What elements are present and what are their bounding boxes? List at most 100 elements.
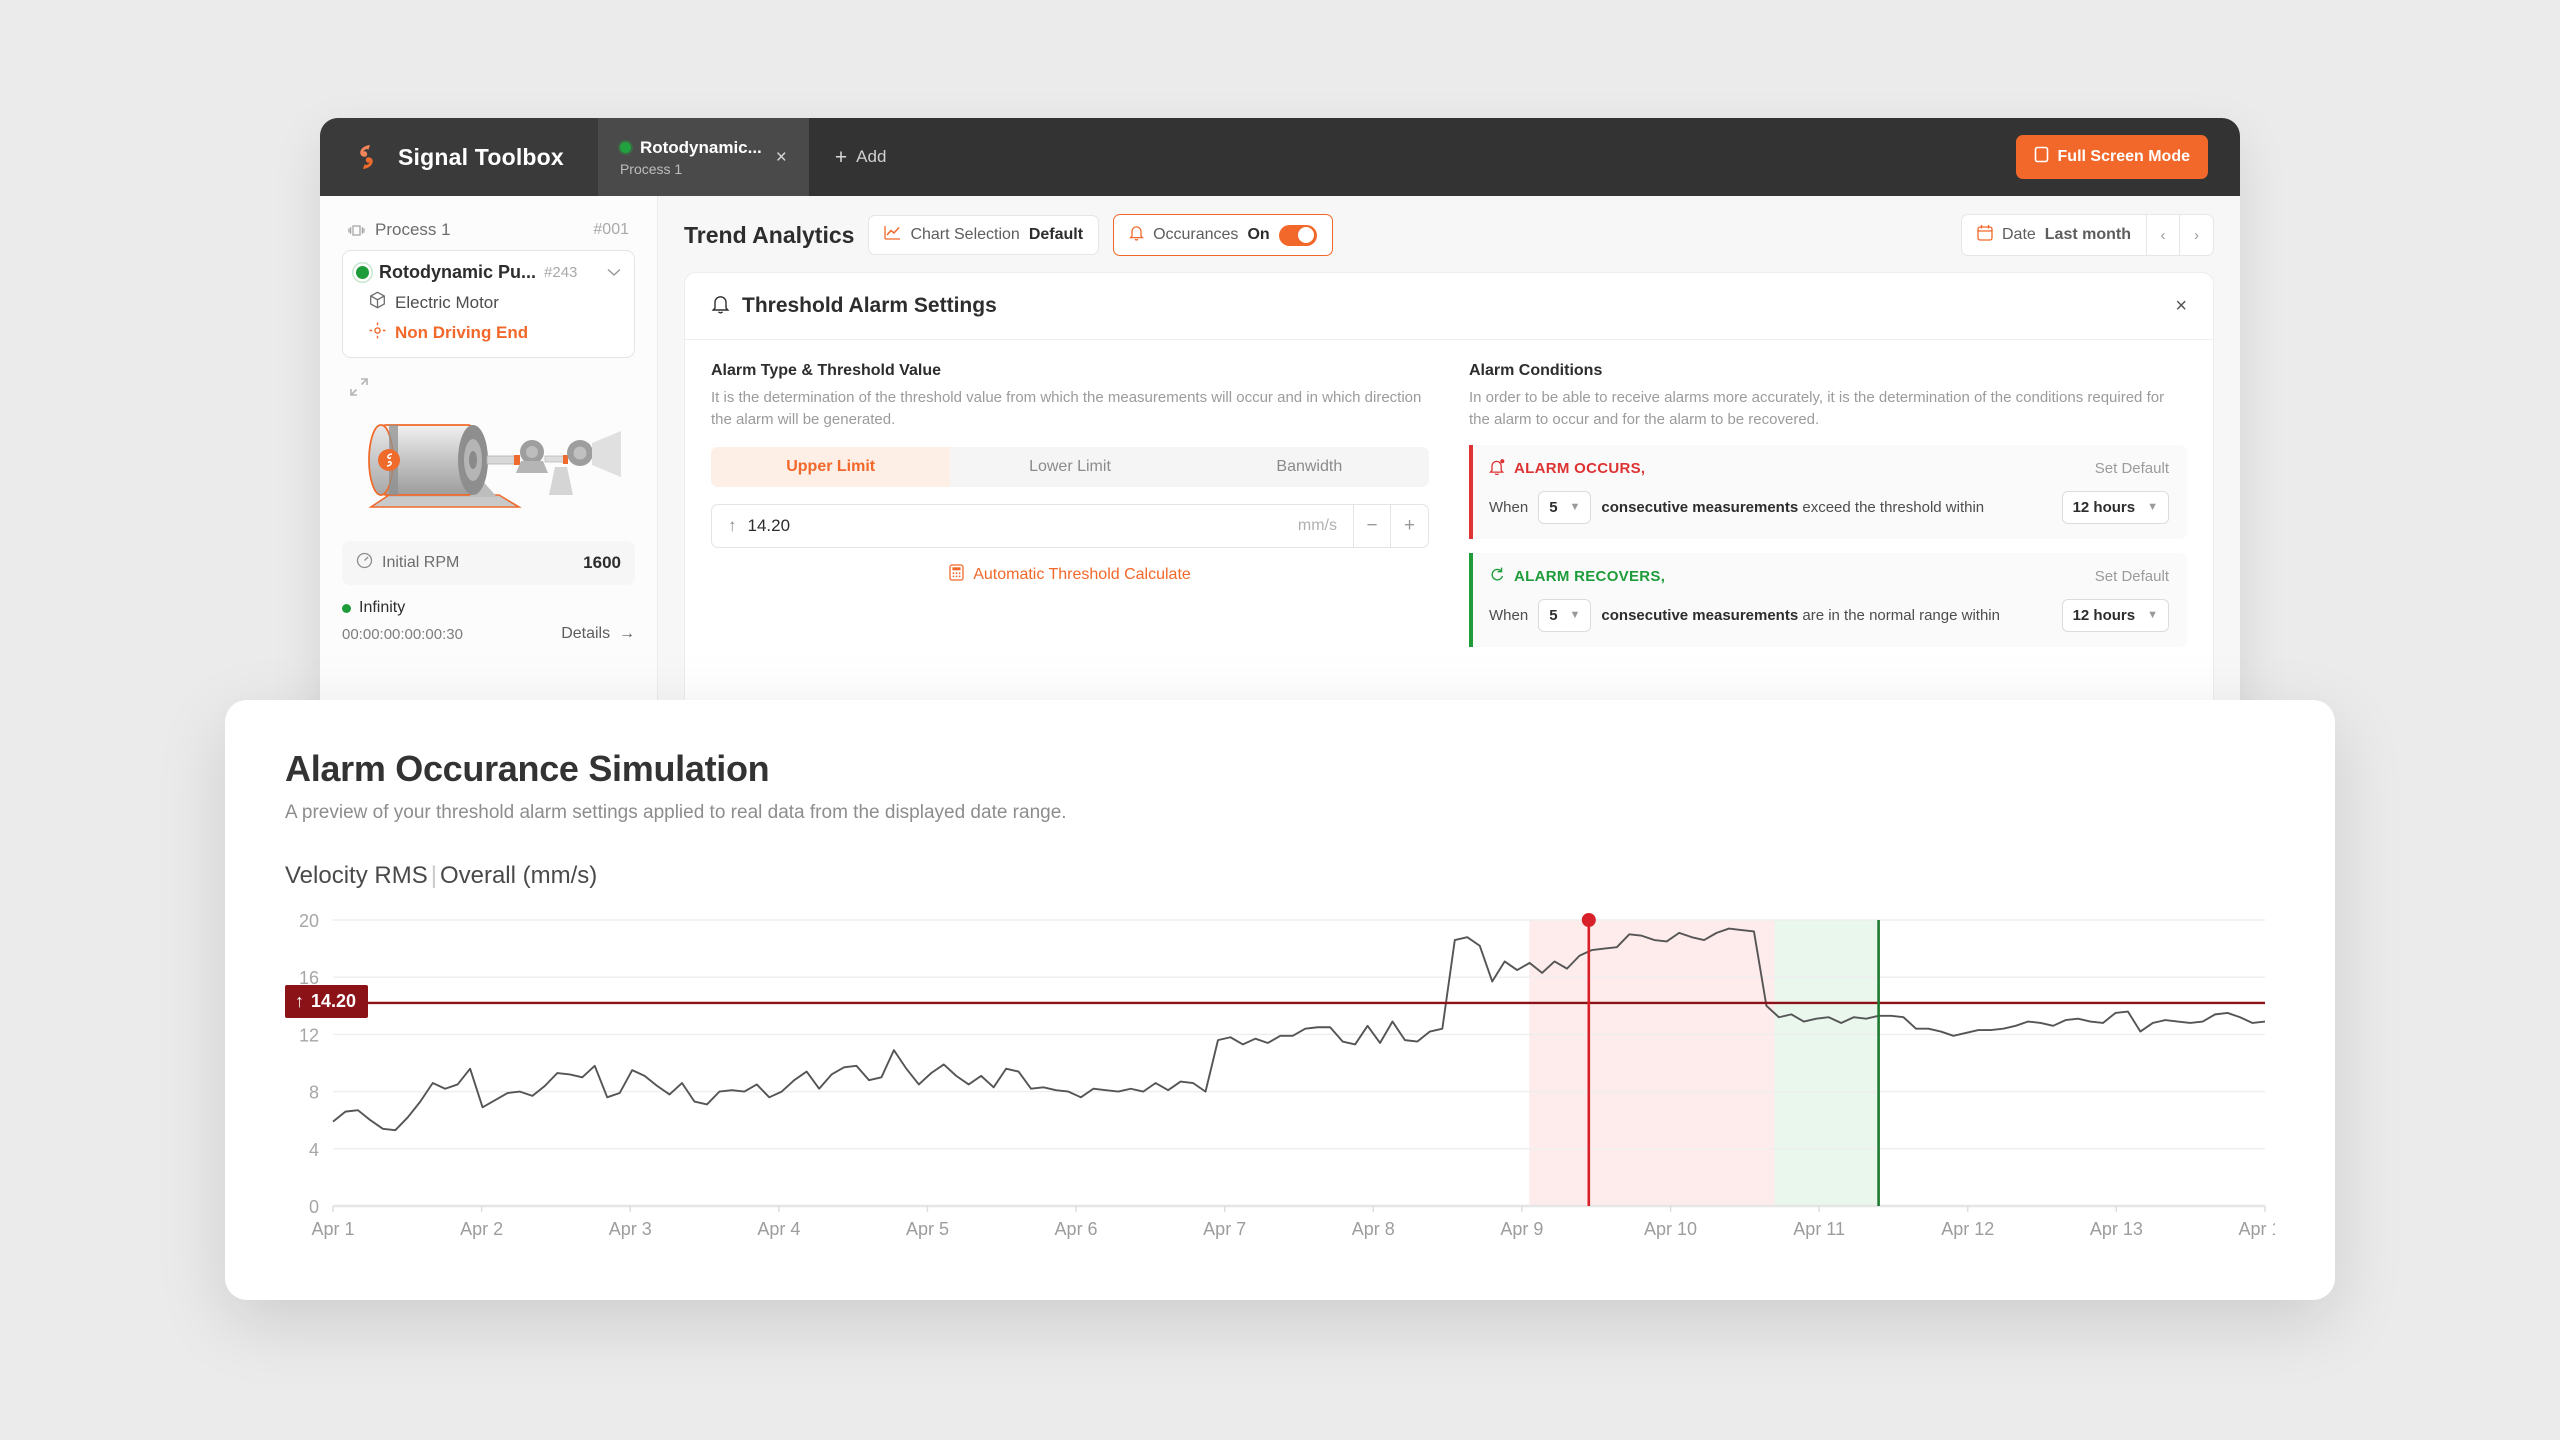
chevron-down-icon: ▼: [2147, 609, 2158, 621]
process-label: Process 1: [375, 220, 451, 239]
alarm-recovers-window-value: 12 hours: [2072, 606, 2136, 624]
threshold-value: 14.20: [747, 515, 791, 535]
date-range-group: Date Last month ‹ ›: [1960, 214, 2214, 256]
full-screen-mode-button[interactable]: Full Screen Mode: [2015, 135, 2208, 179]
data-line: [332, 927, 2266, 1132]
alarm-occurs-count-select[interactable]: 5 ▼: [1538, 490, 1592, 524]
chart-selection-button[interactable]: Chart Selection Default: [868, 215, 1100, 255]
app-window: Signal Toolbox Rotodynamic... Process 1 …: [320, 118, 2240, 718]
panel-columns: Alarm Type & Threshold Value It is the d…: [685, 340, 2213, 647]
chevron-down-icon[interactable]: [607, 265, 621, 280]
bell-icon: [711, 293, 730, 319]
occurances-label: Occurances: [1153, 226, 1239, 243]
threshold-value-input[interactable]: ↑ 14.20 mm/s: [711, 503, 1353, 548]
alarm-recovers-title: ALARM RECOVERS,: [1514, 568, 1666, 585]
fullscreen-icon: [2034, 146, 2049, 168]
sidebar-item-non-driving-end[interactable]: Non Driving End: [356, 322, 621, 344]
alarm-type-title: Alarm Type & Threshold Value: [711, 362, 941, 379]
brand: Signal Toolbox: [320, 118, 598, 196]
tab-lower-limit[interactable]: Lower Limit: [950, 447, 1189, 487]
chart-svg[interactable]: 048121620Apr 1 Apr 2 Apr 3 Apr 4 Apr 5 Apr 6A…: [285, 912, 2275, 1252]
title-bar: Signal Toolbox Rotodynamic... Process 1 …: [320, 118, 2240, 196]
tab-upper-limit[interactable]: Upper Limit: [711, 446, 951, 487]
automatic-threshold-calculate-button[interactable]: Automatic Threshold Calculate: [711, 563, 1429, 586]
y-tick-label: 8: [309, 1083, 319, 1103]
sidebar-item-electric-motor[interactable]: Electric Motor: [356, 291, 621, 314]
x-tick-label: Apr 1: [311, 1219, 354, 1239]
alarm-conditions-column: Alarm Conditions In order to be able to …: [1469, 362, 2187, 647]
alarm-occurs-set-default[interactable]: Set Default: [2095, 460, 2169, 477]
alarm-recovers-when-label: When: [1489, 606, 1529, 624]
alarm-occurs-header: ALARM OCCURS, Set Default: [1489, 458, 2169, 480]
alarm-band: [1529, 920, 1775, 1206]
chevron-down-icon: ▼: [1569, 501, 1581, 513]
asset-illustration: [342, 399, 635, 527]
asset-id: #243: [544, 264, 578, 281]
main-content: Trend Analytics Chart Selection Default: [658, 196, 2240, 718]
alarm-recovers-text: consecutive measurements are in the norm…: [1601, 606, 2000, 624]
alarm-type-desc: It is the determination of the threshold…: [711, 389, 1422, 428]
date-value: Last month: [2044, 226, 2131, 243]
tab-rotodynamic[interactable]: Rotodynamic... Process 1 ×: [597, 118, 809, 196]
automatic-threshold-calculate-label: Automatic Threshold Calculate: [973, 565, 1191, 583]
x-tick-label: Apr 5: [906, 1219, 949, 1239]
alarm-conditions-desc: In order to be able to receive alarms mo…: [1469, 389, 2165, 428]
alarm-occurs-count-value: 5: [1549, 498, 1558, 516]
process-row[interactable]: Process 1 #001: [342, 218, 635, 250]
tab-sublabel: Process 1: [619, 160, 683, 177]
tab-content: Rotodynamic... Process 1: [619, 138, 762, 177]
simulation-title: Alarm Occurance Simulation: [285, 748, 770, 789]
x-tick-label: Apr 7: [1203, 1219, 1246, 1239]
alarm-occurs-window-select[interactable]: 12 hours ▼: [2061, 490, 2169, 524]
full-screen-mode-label: Full Screen Mode: [2057, 148, 2190, 165]
date-range-button[interactable]: Date Last month: [1960, 214, 2146, 256]
titlebar-spacer: [912, 118, 2015, 196]
app-title: Signal Toolbox: [398, 143, 564, 170]
asset-header[interactable]: Rotodynamic Pu... #243: [356, 262, 621, 283]
alarm-occurs-row: When 5 ▼ consecutive measurements exceed…: [1489, 490, 2169, 524]
alarm-occurance-simulation-modal: Alarm Occurance Simulation A preview of …: [225, 700, 2335, 1300]
app-logo-icon: [350, 140, 384, 174]
limit-type-tabs: Upper Limit Lower Limit Banwidth: [711, 446, 1429, 487]
plus-icon: +: [834, 145, 848, 169]
tab-banwidth[interactable]: Banwidth: [1190, 447, 1429, 487]
status-dot-icon: [619, 142, 631, 153]
occurances-value: On: [1247, 226, 1270, 243]
sidebar-item-label: Non Driving End: [395, 323, 529, 342]
alarm-recovers-window-select[interactable]: 12 hours ▼: [2061, 598, 2169, 632]
panel-header: Threshold Alarm Settings ×: [685, 273, 2213, 340]
duration-row: 00:00:00:00:00:30 Details →: [342, 625, 635, 643]
date-next-button[interactable]: ›: [2180, 214, 2214, 256]
x-tick-label: Apr 6: [1055, 1219, 1098, 1239]
x-tick-label: Apr 14: [2238, 1219, 2275, 1239]
x-tick-label: Apr 2: [460, 1219, 503, 1239]
simulation-subtitle: A preview of your threshold alarm settin…: [285, 802, 1067, 823]
x-tick-label: Apr 3: [609, 1219, 652, 1239]
chevron-down-icon: ▼: [1569, 609, 1581, 621]
add-tab-button[interactable]: + Add: [809, 118, 913, 196]
target-icon: [369, 322, 386, 344]
chart-icon: [884, 225, 901, 245]
y-tick-label: 4: [309, 1140, 319, 1160]
alarm-recovers-set-default[interactable]: Set Default: [2095, 568, 2169, 585]
alarm-occurs-window-value: 12 hours: [2072, 498, 2136, 516]
close-icon[interactable]: ×: [776, 148, 787, 167]
status-dot-icon: [342, 603, 351, 613]
alarm-recovers-count-select[interactable]: 5 ▼: [1538, 598, 1592, 632]
status-row: Infinity: [342, 599, 635, 617]
threshold-increment-button[interactable]: +: [1391, 503, 1429, 548]
date-prev-button[interactable]: ‹: [2146, 214, 2180, 256]
occurances-toggle-button[interactable]: Occurances On: [1113, 214, 1333, 256]
asset-name: Rotodynamic Pu...: [379, 262, 537, 282]
occurances-toggle[interactable]: [1278, 224, 1317, 246]
cube-icon: [369, 291, 386, 314]
threshold-decrement-button[interactable]: −: [1353, 503, 1391, 548]
close-icon[interactable]: ×: [2175, 295, 2187, 318]
add-tab-label: Add: [856, 147, 887, 166]
duration-value: 00:00:00:00:00:30: [342, 625, 463, 643]
recover-band: [1774, 920, 1879, 1206]
page-title: Trend Analytics: [684, 221, 855, 248]
y-tick-label: 20: [299, 912, 319, 931]
metric-left: Velocity RMS: [285, 862, 428, 889]
details-link[interactable]: Details →: [561, 625, 635, 643]
